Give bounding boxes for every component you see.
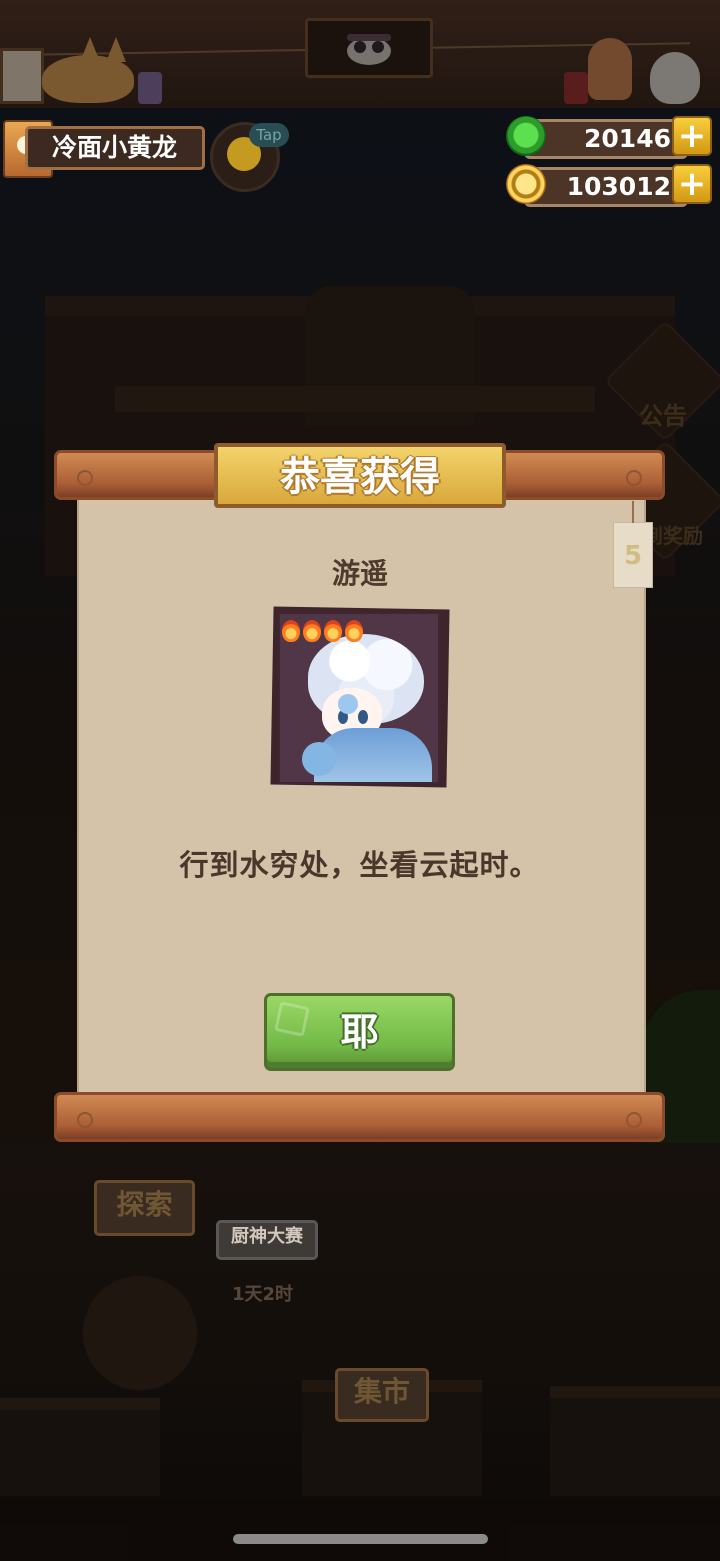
flame-icon bbox=[345, 620, 363, 642]
rarity-flames bbox=[282, 620, 363, 642]
jade-balance-bar: 20146 bbox=[524, 119, 688, 159]
right-eye bbox=[358, 710, 368, 724]
food-bun-icon bbox=[338, 694, 358, 714]
player-name: 冷面小黄龙 bbox=[25, 126, 205, 170]
character-card bbox=[278, 612, 440, 784]
hanging-number-tag: 5 bbox=[613, 501, 653, 588]
player-profile[interactable]: 冷面小黄龙 bbox=[3, 120, 206, 178]
reward-title-plate: 恭喜获得 bbox=[214, 443, 506, 508]
coin-balance-bar: 103012 bbox=[524, 167, 688, 207]
add-coin-button[interactable]: + bbox=[672, 164, 712, 204]
button-pattern-icon bbox=[274, 1001, 310, 1037]
tap-button[interactable]: Tap bbox=[210, 122, 289, 192]
confirm-button[interactable]: 耶 bbox=[264, 993, 455, 1071]
flame-icon bbox=[282, 620, 300, 642]
jade-currency: 20146 + bbox=[506, 116, 712, 159]
explore-button[interactable]: 探索 bbox=[94, 1180, 195, 1236]
coin-balance: 103012 bbox=[566, 172, 671, 201]
coin-currency: 103012 + bbox=[506, 164, 712, 207]
jade-balance: 20146 bbox=[584, 124, 671, 153]
game-scene: 公告 签到奖励 探索 厨神大赛 1天2时 集市 冷面小黄龙 Tap 20146 … bbox=[0, 0, 720, 1561]
chef-contest-button[interactable]: 厨神大赛 bbox=[216, 1220, 318, 1260]
dialog-bottom-scroll bbox=[54, 1092, 665, 1142]
flame-icon bbox=[324, 620, 342, 642]
character-quote: 行到水穷处，坐看云起时。 bbox=[179, 848, 540, 882]
reward-title: 恭喜获得 bbox=[280, 454, 440, 500]
tap-label: Tap bbox=[249, 123, 289, 147]
character-name: 游遥 bbox=[331, 557, 388, 590]
tag-number: 5 bbox=[623, 541, 643, 571]
character-sleeve bbox=[302, 742, 336, 776]
contest-timer: 1天2时 bbox=[232, 1284, 294, 1305]
add-jade-button[interactable]: + bbox=[672, 116, 712, 156]
flame-icon bbox=[303, 620, 321, 642]
market-button[interactable]: 集市 bbox=[335, 1368, 429, 1422]
jade-icon bbox=[506, 116, 546, 156]
coin-icon bbox=[506, 164, 546, 204]
